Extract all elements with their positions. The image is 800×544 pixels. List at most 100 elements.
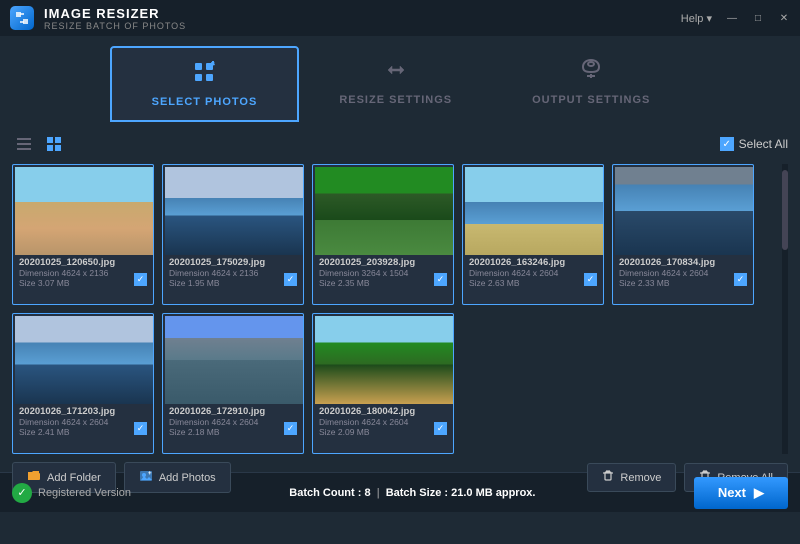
photo-size: Size 2.33 MB	[619, 278, 747, 288]
photo-dimension: Dimension 3264 x 1504	[319, 268, 447, 278]
photo-name: 20201026_170834.jpg	[619, 257, 747, 268]
photo-thumbnail	[465, 167, 603, 255]
photo-dimension: Dimension 4624 x 2136	[19, 268, 147, 278]
batch-count-value: 8	[364, 487, 370, 499]
photo-name: 20201026_171203.jpg	[19, 406, 147, 417]
photo-checkbox[interactable]: ✓	[734, 273, 747, 286]
next-button[interactable]: Next ▶	[694, 477, 788, 509]
photo-info: 20201025_120650.jpg Dimension 4624 x 213…	[15, 255, 151, 290]
photo-thumbnail	[15, 316, 153, 404]
photo-info: 20201026_163246.jpg Dimension 4624 x 260…	[465, 255, 601, 290]
photo-checkbox[interactable]: ✓	[434, 422, 447, 435]
photo-thumbnail	[315, 316, 453, 404]
registered-text: Registered Version	[38, 487, 131, 499]
photo-size: Size 3.07 MB	[19, 278, 147, 288]
photo-checkbox[interactable]: ✓	[134, 273, 147, 286]
add-photos-button[interactable]: + Add Photos	[124, 462, 231, 493]
next-arrow-icon: ▶	[754, 485, 764, 501]
photo-info: 20201025_175029.jpg Dimension 4624 x 213…	[165, 255, 301, 290]
tab-output-settings[interactable]: OUTPUT SETTINGS	[492, 46, 690, 122]
remove-button[interactable]: Remove	[587, 463, 676, 492]
close-button[interactable]: ✕	[778, 12, 790, 24]
photo-info: 20201026_171203.jpg Dimension 4624 x 260…	[15, 404, 151, 439]
photo-checkbox[interactable]: ✓	[284, 273, 297, 286]
app-title-text: IMAGE RESIZER RESIZE BATCH OF PHOTOS	[44, 6, 186, 31]
photo-grid: 20201025_120650.jpg Dimension 4624 x 213…	[12, 164, 782, 454]
next-label: Next	[718, 485, 746, 500]
photo-size: Size 2.18 MB	[169, 427, 297, 437]
photo-checkbox[interactable]: ✓	[284, 422, 297, 435]
photo-info: 20201026_180042.jpg Dimension 4624 x 260…	[315, 404, 451, 439]
output-settings-icon	[579, 58, 603, 88]
svg-text:+: +	[148, 471, 152, 477]
list-view-button[interactable]	[12, 132, 36, 156]
resize-settings-icon	[384, 58, 408, 88]
select-all-wrapper[interactable]: ✓ Select All	[720, 137, 788, 151]
scrollbar[interactable]	[782, 164, 788, 454]
minimize-button[interactable]: —	[726, 12, 738, 24]
photo-checkbox[interactable]: ✓	[434, 273, 447, 286]
remove-icon	[602, 470, 614, 485]
photo-item[interactable]: 20201026_172910.jpg Dimension 4624 x 260…	[162, 313, 304, 454]
add-photos-icon: +	[139, 469, 153, 486]
photo-item[interactable]: 20201026_180042.jpg Dimension 4624 x 260…	[312, 313, 454, 454]
app-icon	[10, 6, 34, 30]
remove-label: Remove	[620, 472, 661, 484]
select-all-checkbox[interactable]: ✓	[720, 137, 734, 151]
photo-info: 20201026_172910.jpg Dimension 4624 x 260…	[165, 404, 301, 439]
photo-thumbnail	[315, 167, 453, 255]
photo-item[interactable]: 20201026_163246.jpg Dimension 4624 x 260…	[462, 164, 604, 305]
photo-checkbox[interactable]: ✓	[134, 422, 147, 435]
tab-resize-settings[interactable]: RESIZE SETTINGS	[299, 46, 492, 122]
photo-item[interactable]: 20201026_171203.jpg Dimension 4624 x 260…	[12, 313, 154, 454]
main-content: ✓ Select All 20201025_120650.jpg Dimensi…	[0, 122, 800, 472]
select-photos-icon	[192, 60, 216, 90]
batch-count-label: Batch Count :	[289, 487, 361, 499]
title-bar-left: IMAGE RESIZER RESIZE BATCH OF PHOTOS	[10, 6, 186, 31]
photo-size: Size 1.95 MB	[169, 278, 297, 288]
toolbar: ✓ Select All	[12, 130, 788, 158]
photo-size: Size 2.41 MB	[19, 427, 147, 437]
app-name: IMAGE RESIZER	[44, 6, 186, 21]
photo-dimension: Dimension 4624 x 2604	[619, 268, 747, 278]
photo-item[interactable]: 20201025_175029.jpg Dimension 4624 x 213…	[162, 164, 304, 305]
photo-name: 20201026_180042.jpg	[319, 406, 447, 417]
photo-dimension: Dimension 4624 x 2604	[319, 417, 447, 427]
photo-thumbnail	[15, 167, 153, 255]
help-button[interactable]: Help ▾	[681, 12, 712, 25]
photo-checkbox[interactable]: ✓	[584, 273, 597, 286]
tab-select-photos[interactable]: SELECT PHOTOS	[110, 46, 300, 122]
photo-item[interactable]: 20201025_203928.jpg Dimension 3264 x 150…	[312, 164, 454, 305]
batch-info: Batch Count : 8 | Batch Size : 21.0 MB a…	[289, 487, 535, 499]
photo-size: Size 2.63 MB	[469, 278, 597, 288]
photo-thumbnail	[165, 316, 303, 404]
add-photos-label: Add Photos	[159, 472, 216, 484]
grid-container: 20201025_120650.jpg Dimension 4624 x 213…	[12, 164, 788, 454]
photo-info: 20201026_170834.jpg Dimension 4624 x 260…	[615, 255, 751, 290]
photo-dimension: Dimension 4624 x 2604	[169, 417, 297, 427]
photo-name: 20201025_203928.jpg	[319, 257, 447, 268]
tab-select-photos-label: SELECT PHOTOS	[152, 96, 258, 108]
registered-badge: ✓ Registered Version	[12, 483, 131, 503]
photo-name: 20201026_163246.jpg	[469, 257, 597, 268]
photo-name: 20201025_120650.jpg	[19, 257, 147, 268]
batch-size-label: Batch Size :	[386, 487, 448, 499]
nav-tabs: SELECT PHOTOS RESIZE SETTINGS OUTPUT SET…	[0, 36, 800, 122]
photo-name: 20201025_175029.jpg	[169, 257, 297, 268]
grid-view-button[interactable]	[42, 132, 66, 156]
photo-dimension: Dimension 4624 x 2136	[169, 268, 297, 278]
photo-dimension: Dimension 4624 x 2604	[19, 417, 147, 427]
photo-info: 20201025_203928.jpg Dimension 3264 x 150…	[315, 255, 451, 290]
photo-item[interactable]: 20201025_120650.jpg Dimension 4624 x 213…	[12, 164, 154, 305]
batch-size-value: 21.0 MB approx.	[451, 487, 535, 499]
view-buttons	[12, 132, 66, 156]
photo-item[interactable]: 20201026_170834.jpg Dimension 4624 x 260…	[612, 164, 754, 305]
title-bar-right: Help ▾ — □ ✕	[681, 12, 790, 25]
tab-resize-settings-label: RESIZE SETTINGS	[339, 94, 452, 106]
registered-icon: ✓	[12, 483, 32, 503]
photo-thumbnail	[165, 167, 303, 255]
photo-size: Size 2.35 MB	[319, 278, 447, 288]
title-bar: IMAGE RESIZER RESIZE BATCH OF PHOTOS Hel…	[0, 0, 800, 36]
maximize-button[interactable]: □	[752, 12, 764, 24]
photo-thumbnail	[615, 167, 753, 255]
